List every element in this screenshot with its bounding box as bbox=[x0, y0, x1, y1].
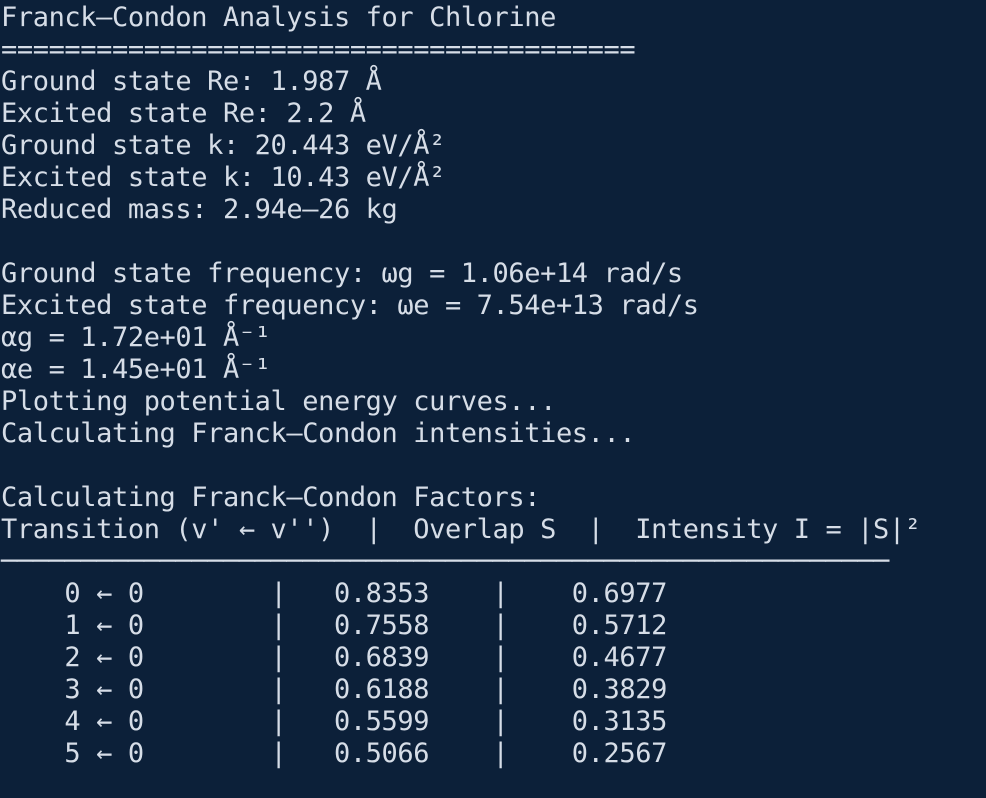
param-excited-k: Excited state k: 10.43 eV/Å² bbox=[1, 162, 445, 193]
param-ground-re: Ground state Re: 1.987 Å bbox=[1, 66, 382, 97]
table-row: 0 ← 0 | 0.8353 | 0.6977 bbox=[1, 578, 667, 609]
output-title: Franck–Condon Analysis for Chlorine bbox=[1, 2, 556, 33]
intensity-status-line: Calculating Franck–Condon intensities... bbox=[1, 418, 636, 449]
table-row: 2 ← 0 | 0.6839 | 0.4677 bbox=[1, 642, 667, 673]
param-ground-k: Ground state k: 20.443 eV/Å² bbox=[1, 130, 445, 161]
param-excited-re: Excited state Re: 2.2 Å bbox=[1, 98, 366, 129]
excited-frequency-line: Excited state frequency: ωe = 7.54e+13 r… bbox=[1, 290, 699, 321]
terminal-output[interactable]: Franck–Condon Analysis for Chlorine ====… bbox=[0, 0, 986, 798]
alpha-excited-line: αe = 1.45e+01 Å⁻¹ bbox=[1, 354, 271, 385]
table-header: Transition (v' ← v'') | Overlap S | Inte… bbox=[1, 514, 921, 545]
factors-heading: Calculating Franck–Condon Factors: bbox=[1, 482, 541, 513]
table-row: 3 ← 0 | 0.6188 | 0.3829 bbox=[1, 674, 667, 705]
table-row: 1 ← 0 | 0.7558 | 0.5712 bbox=[1, 610, 667, 641]
table-rule: ────────────────────────────────────────… bbox=[1, 546, 889, 577]
alpha-ground-line: αg = 1.72e+01 Å⁻¹ bbox=[1, 322, 271, 353]
ground-frequency-line: Ground state frequency: ωg = 1.06e+14 ra… bbox=[1, 258, 683, 289]
table-row: 4 ← 0 | 0.5599 | 0.3135 bbox=[1, 706, 667, 737]
param-reduced-mass: Reduced mass: 2.94e–26 kg bbox=[1, 194, 398, 225]
plotting-status-line: Plotting potential energy curves... bbox=[1, 386, 556, 417]
table-row: 5 ← 0 | 0.5066 | 0.2567 bbox=[1, 738, 667, 769]
title-separator: ======================================== bbox=[1, 34, 636, 65]
